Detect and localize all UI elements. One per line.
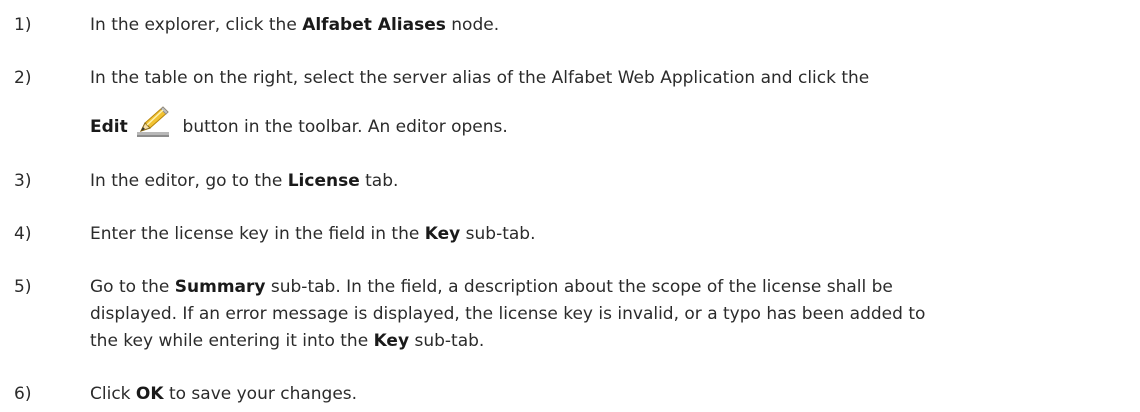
ui-term: Alfabet Aliases xyxy=(302,15,446,35)
ui-term: OK xyxy=(135,384,164,404)
ui-term: Edit xyxy=(90,117,128,137)
step-text: In the explorer, click the Alfabet Alias… xyxy=(90,15,500,35)
step-text: Click OK to save your changes. xyxy=(90,384,358,404)
step-number: 1) xyxy=(14,15,32,35)
step-number: 6) xyxy=(14,384,32,404)
step-number: 3) xyxy=(14,171,32,191)
step-number: 4) xyxy=(14,224,32,244)
ui-term: Key xyxy=(424,224,461,244)
step-text: Go to the Summary sub-tab. In the field,… xyxy=(90,277,926,351)
instruction-list: 1) In the explorer, click the Alfabet Al… xyxy=(0,0,1140,412)
step-text: In the table on the right, select the se… xyxy=(90,68,870,138)
ui-term: License xyxy=(287,171,360,191)
step-text: In the editor, go to the License tab. xyxy=(90,171,399,191)
step-number: 5) xyxy=(14,277,32,297)
step-text: Enter the license key in the field in th… xyxy=(90,224,536,244)
pencil-edit-icon xyxy=(135,106,175,138)
ui-term: Summary xyxy=(174,277,266,297)
ui-term: Key xyxy=(373,331,410,351)
step-number: 2) xyxy=(14,68,32,88)
